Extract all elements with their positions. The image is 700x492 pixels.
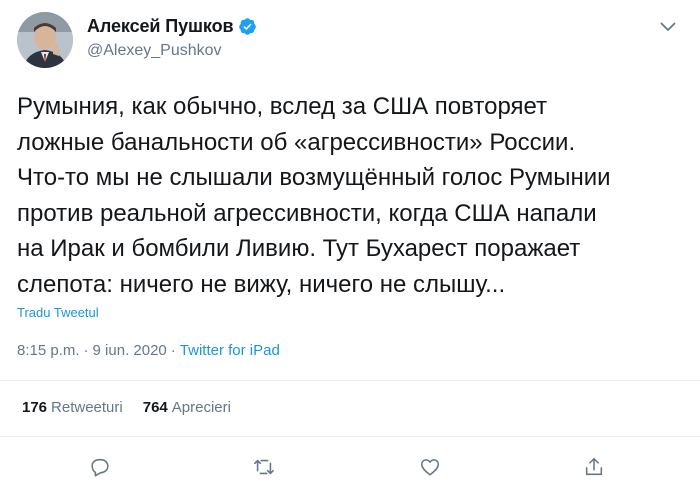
divider <box>0 436 700 437</box>
likes-count: 764 <box>142 399 168 416</box>
divider <box>0 380 700 381</box>
tweet-text: Румыния, как обычно, вслед за США повтор… <box>17 93 611 298</box>
retweet-icon[interactable] <box>247 450 281 484</box>
chevron-down-icon[interactable] <box>655 16 681 38</box>
translate-tweet-link[interactable]: Tradu Tweetul <box>17 305 99 320</box>
author-display-name[interactable]: Алексей Пушков <box>87 16 234 37</box>
tweet-source-link[interactable]: Twitter for iPad <box>180 342 280 359</box>
tweet-actions <box>0 450 700 484</box>
tweet-card: Алексей Пушков @Alexey_Pushkov Румыния, … <box>0 0 700 492</box>
author-name-row: Алексей Пушков <box>87 16 257 37</box>
tweet-time[interactable]: 8:15 p.m. <box>17 342 80 359</box>
retweets-stat[interactable]: 176 Retweeturi <box>22 399 123 416</box>
verified-badge-icon <box>238 17 257 36</box>
likes-stat[interactable]: 764 Aprecieri <box>143 399 231 416</box>
heart-icon[interactable] <box>413 450 447 484</box>
author-handle[interactable]: @Alexey_Pushkov <box>87 42 222 60</box>
likes-label: Aprecieri <box>171 399 231 416</box>
meta-separator: · <box>170 342 176 359</box>
share-icon[interactable] <box>577 450 611 484</box>
retweets-label: Retweeturi <box>51 399 123 416</box>
meta-separator: · <box>83 342 89 359</box>
retweets-count: 176 <box>22 399 48 416</box>
avatar[interactable] <box>17 12 73 68</box>
tweet-meta: 8:15 p.m. · 9 iun. 2020 · Twitter for iP… <box>17 342 280 359</box>
tweet-stats: 176 Retweeturi 764 Aprecieri <box>22 399 251 416</box>
avatar-image <box>17 12 73 68</box>
tweet-date[interactable]: 9 iun. 2020 <box>93 342 167 359</box>
reply-icon[interactable] <box>83 450 117 484</box>
